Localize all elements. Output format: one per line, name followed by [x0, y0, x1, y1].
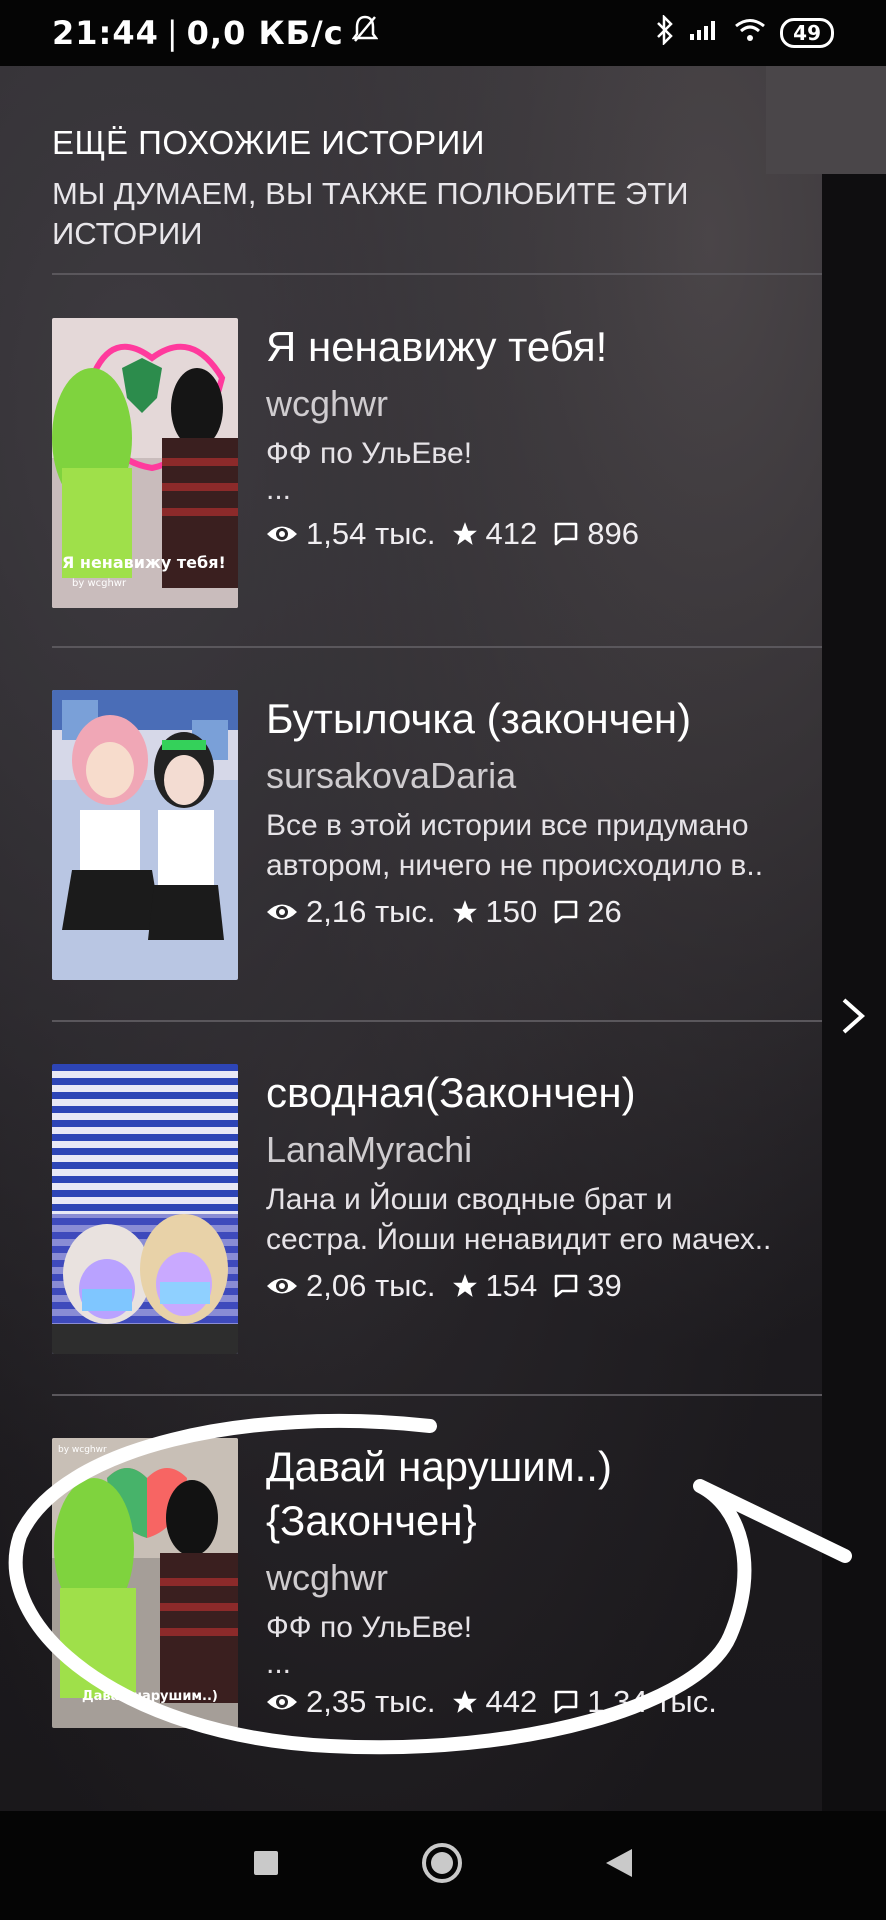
stars-stat: 442: [452, 1684, 538, 1720]
story-description-line: ФФ по УльЕве!: [266, 1611, 473, 1644]
story-description-line: Лана и Йоши сводные брат и: [266, 1183, 673, 1216]
star-icon: [452, 1689, 478, 1715]
views-count: 2,06 тыс.: [306, 1268, 436, 1303]
story-meta: Я ненавижу тебя! wcghwr ФФ по УльЕве! ..…: [266, 320, 826, 552]
views-stat: 2,06 тыс.: [266, 1268, 436, 1304]
views-stat: 2,35 тыс.: [266, 1684, 436, 1720]
chevron-right-icon[interactable]: [838, 996, 868, 1036]
similar-stories-panel: ЕЩЁ ПОХОЖИЕ ИСТОРИИ МЫ ДУМАЕМ, ВЫ ТАКЖЕ …: [0, 66, 886, 1811]
cover-byline: by wcghwr: [58, 1445, 107, 1455]
views-count: 2,35 тыс.: [306, 1684, 436, 1719]
views-stat: 2,16 тыс.: [266, 894, 436, 930]
stars-count: 442: [485, 1684, 538, 1719]
story-title-line[interactable]: Давай нарушим..): [266, 1440, 826, 1494]
divider: [52, 1394, 822, 1396]
star-icon: [452, 1273, 478, 1299]
story-card[interactable]: by wcghwr Давай нарушим..) Давай нарушим…: [52, 1438, 822, 1728]
story-cover[interactable]: by wcghwr Давай нарушим..): [52, 1438, 238, 1728]
story-card[interactable]: Бутылочка (закончен) sursakovaDaria Все …: [52, 690, 822, 980]
screen: 21:44 | 0,0 КБ/с 49 ЕЩЁ ПОХОЖИЕ ИСТОРИИ …: [0, 0, 886, 1920]
story-description-line: Все в этой истории все придумано: [266, 809, 749, 842]
status-time: 21:44: [52, 14, 159, 52]
story-card[interactable]: Я ненавижу тебя! by wcghwr Я ненавижу те…: [52, 318, 822, 608]
stars-stat: 150: [452, 894, 538, 930]
story-stats: 1,54 тыс. 412 896: [266, 516, 826, 552]
comment-icon: [553, 1273, 579, 1299]
battery-indicator: 49: [780, 18, 834, 48]
story-cover[interactable]: Я ненавижу тебя! by wcghwr: [52, 318, 238, 608]
comment-icon: [553, 1689, 579, 1715]
story-description-line: сестра. Йоши ненавидит его мачех..: [266, 1223, 772, 1256]
triangle-back-icon[interactable]: [604, 1847, 634, 1884]
cover-caption: Давай нарушим..): [82, 1689, 218, 1704]
comment-icon: [553, 521, 579, 547]
story-stats: 2,06 тыс. 154 39: [266, 1268, 826, 1304]
story-author[interactable]: wcghwr: [266, 378, 826, 430]
section-title: ЕЩЁ ПОХОЖИЕ ИСТОРИИ: [52, 124, 486, 161]
story-stats: 2,35 тыс. 442 1,34 тыс.: [266, 1684, 826, 1720]
section-subtitle: МЫ ДУМАЕМ, ВЫ ТАКЖЕ ПОЛЮБИТЕ ЭТИ ИСТОРИИ: [52, 176, 689, 251]
stars-stat: 412: [452, 516, 538, 552]
story-author[interactable]: LanaMyrachi: [266, 1124, 826, 1176]
comments-count: 39: [587, 1268, 622, 1303]
story-title[interactable]: сводная(Закончен): [266, 1066, 826, 1120]
views-count: 1,54 тыс.: [306, 516, 436, 551]
comments-count: 1,34 тыс.: [587, 1684, 717, 1719]
story-meta: Давай нарушим..) {Закончен} wcghwr ФФ по…: [266, 1440, 826, 1720]
story-author[interactable]: sursakovaDaria: [266, 750, 826, 802]
divider: [52, 646, 822, 648]
story-title[interactable]: Я ненавижу тебя!: [266, 320, 826, 374]
status-network-speed: 0,0 КБ/с: [186, 14, 344, 52]
status-left: 21:44 | 0,0 КБ/с: [52, 14, 379, 52]
signal-icon: [688, 18, 720, 49]
circle-icon[interactable]: [420, 1841, 464, 1890]
story-description-line: ...: [266, 1647, 292, 1680]
cover-byline: by wcghwr: [72, 578, 127, 589]
cover-caption: Я ненавижу тебя!: [62, 553, 226, 572]
comments-stat: 26: [553, 894, 622, 930]
wifi-icon: [734, 17, 766, 50]
story-meta: сводная(Закончен) LanaMyrachi Лана и Йош…: [266, 1066, 826, 1304]
eye-icon: [266, 523, 298, 545]
story-cover[interactable]: [52, 1064, 238, 1354]
comment-icon: [553, 899, 579, 925]
square-icon[interactable]: [252, 1849, 280, 1882]
views-count: 2,16 тыс.: [306, 894, 436, 929]
story-description-line: ФФ по УльЕве!: [266, 437, 473, 470]
stars-stat: 154: [452, 1268, 538, 1304]
comments-stat: 39: [553, 1268, 622, 1304]
status-right: 49: [656, 13, 834, 52]
comments-count: 26: [587, 894, 622, 929]
story-meta: Бутылочка (закончен) sursakovaDaria Все …: [266, 692, 826, 930]
bluetooth-icon: [656, 13, 674, 52]
story-title[interactable]: Бутылочка (закончен): [266, 692, 826, 746]
eye-icon: [266, 1275, 298, 1297]
story-author[interactable]: wcghwr: [266, 1552, 826, 1604]
stars-count: 150: [485, 894, 538, 929]
views-stat: 1,54 тыс.: [266, 516, 436, 552]
story-title-line[interactable]: {Закончен}: [266, 1494, 826, 1548]
status-bar: 21:44 | 0,0 КБ/с 49: [0, 0, 886, 66]
divider: [52, 273, 822, 275]
mute-bell-icon: [351, 14, 379, 52]
stars-count: 412: [485, 516, 538, 551]
side-rail: [822, 174, 886, 1811]
comments-stat: 896: [553, 516, 639, 552]
story-card[interactable]: сводная(Закончен) LanaMyrachi Лана и Йош…: [52, 1064, 822, 1354]
system-navigation-bar: [0, 1811, 886, 1920]
comments-stat: 1,34 тыс.: [553, 1684, 717, 1720]
eye-icon: [266, 901, 298, 923]
status-separator: |: [166, 14, 179, 52]
star-icon: [452, 521, 478, 547]
eye-icon: [266, 1691, 298, 1713]
star-icon: [452, 899, 478, 925]
comments-count: 896: [587, 516, 640, 551]
story-cover[interactable]: [52, 690, 238, 980]
story-stats: 2,16 тыс. 150 26: [266, 894, 826, 930]
section-header: ЕЩЁ ПОХОЖИЕ ИСТОРИИ МЫ ДУМАЕМ, ВЫ ТАКЖЕ …: [52, 124, 822, 254]
divider: [52, 1020, 822, 1022]
story-description-line: автором, ничего не происходило в..: [266, 849, 764, 882]
stars-count: 154: [485, 1268, 538, 1303]
story-description-line: ...: [266, 473, 292, 506]
